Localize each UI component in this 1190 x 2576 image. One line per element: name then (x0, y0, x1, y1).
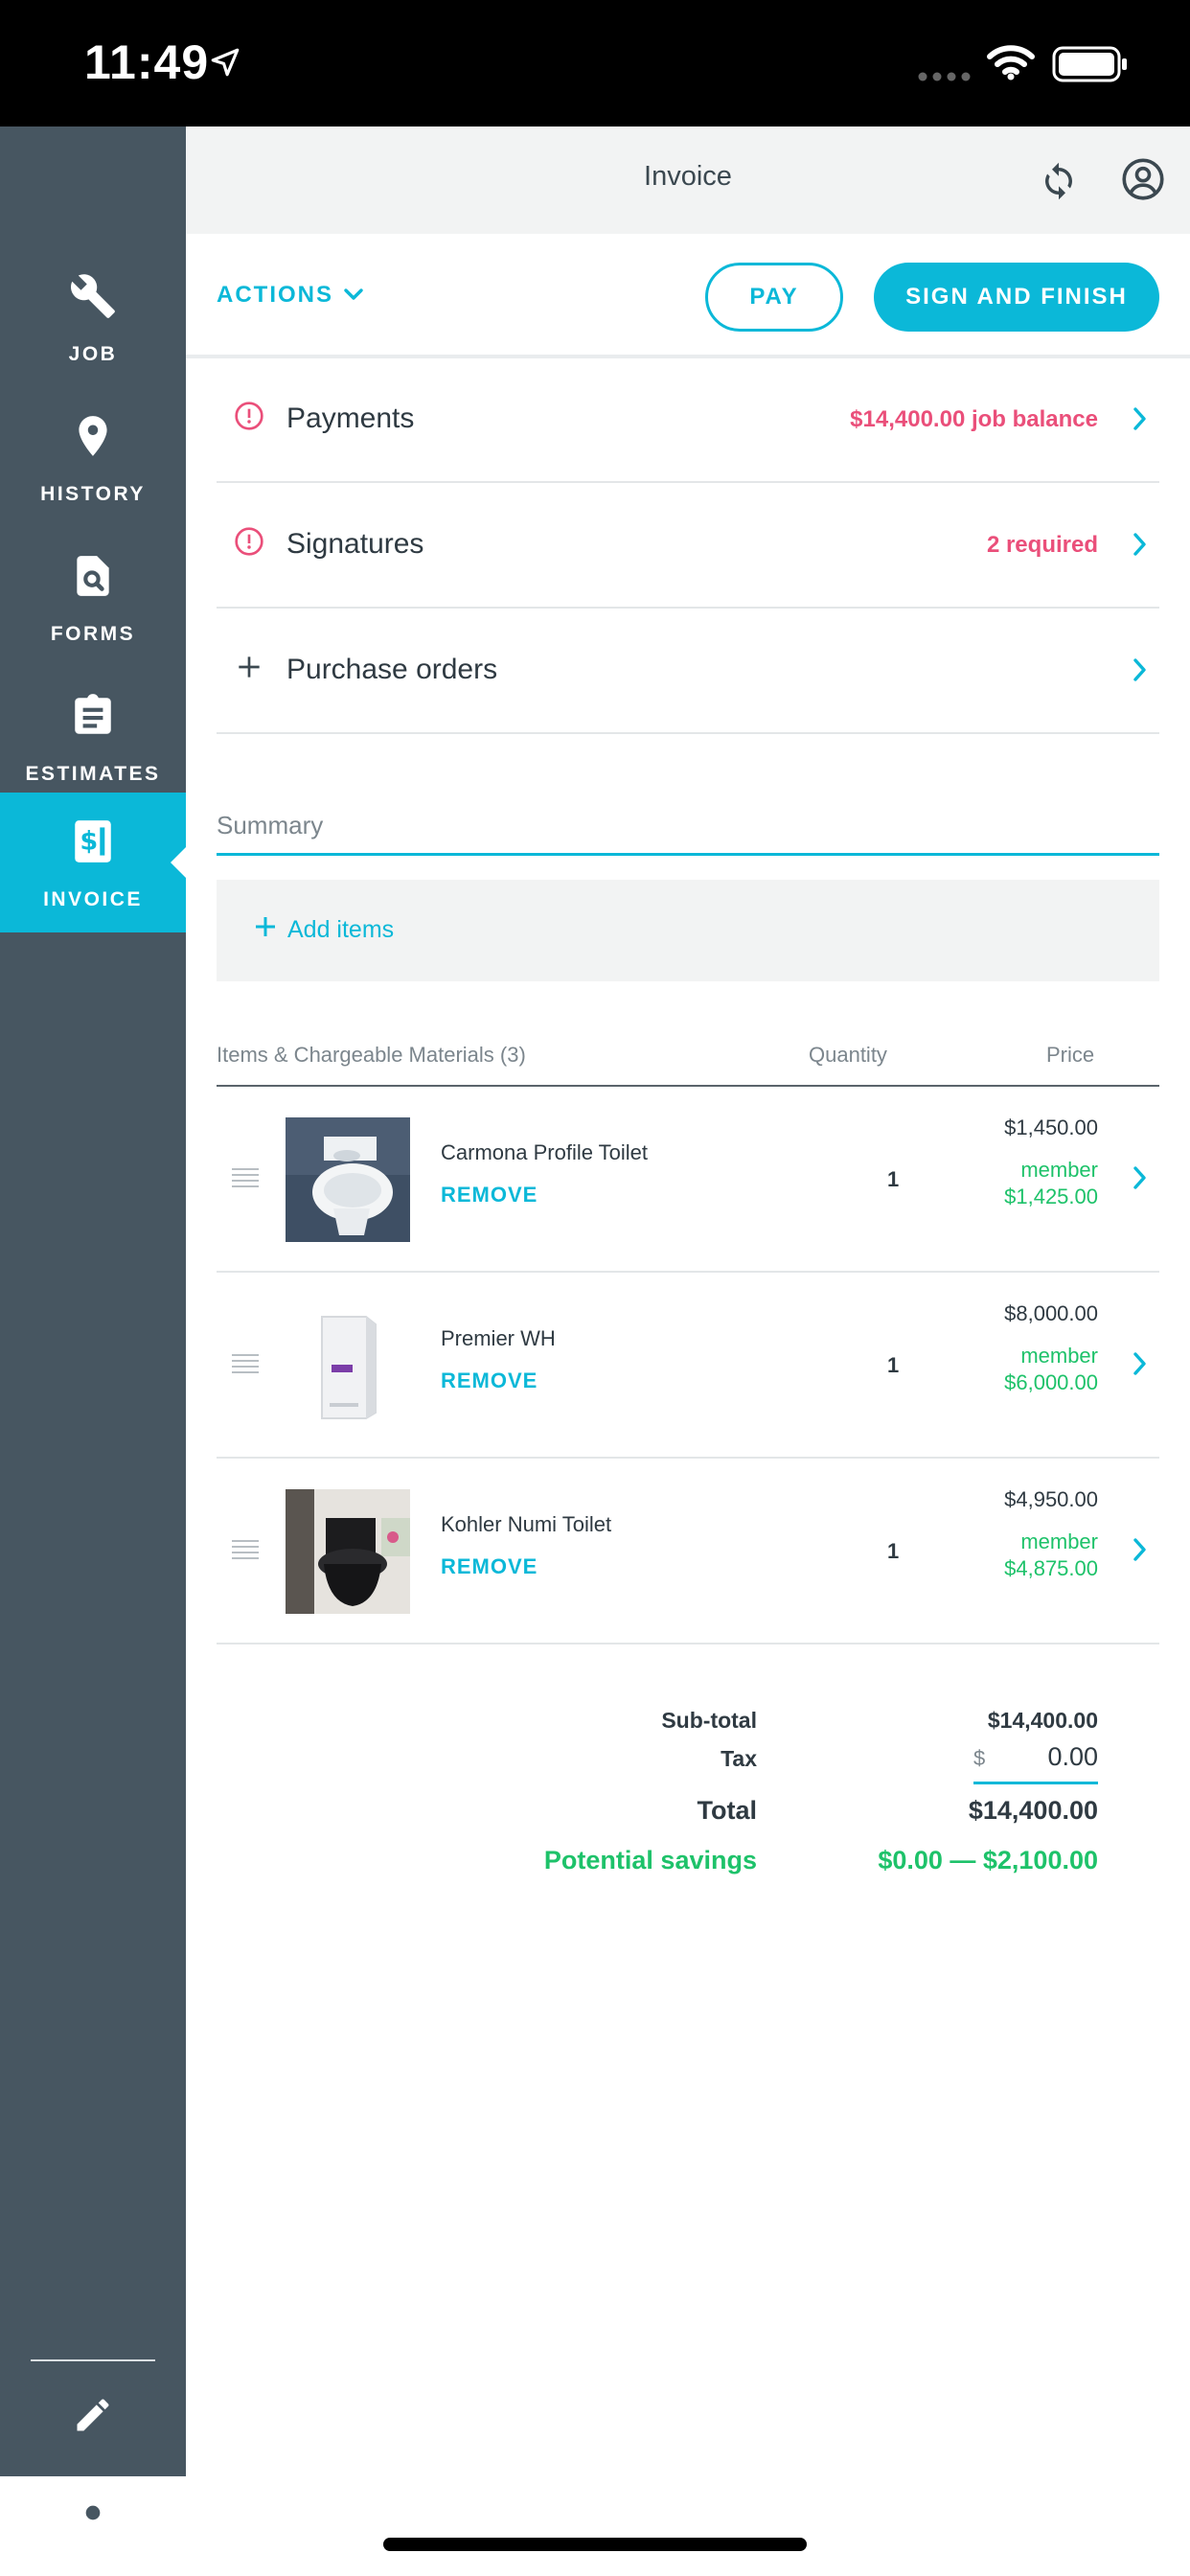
purchase-orders-row[interactable]: Purchase orders (217, 610, 1159, 734)
section-name: Purchase orders (286, 654, 498, 685)
sidebar-item-label: FORMS (50, 623, 136, 645)
section-name: Signatures (286, 528, 424, 560)
member-price: $4,875.00 (1004, 1556, 1098, 1580)
product-image (286, 1303, 410, 1428)
pencil-icon[interactable] (0, 2394, 186, 2436)
subtotal-value: $14,400.00 (987, 1708, 1098, 1733)
camera-icon[interactable] (0, 2492, 186, 2534)
sidebar-item-label: ESTIMATES (25, 763, 161, 785)
signatures-row[interactable]: Signatures 2 required (217, 484, 1159, 609)
wrench-icon (0, 272, 186, 320)
total-label: Total (697, 1796, 758, 1825)
drag-handle-icon[interactable] (230, 1537, 261, 1567)
remove-button[interactable]: REMOVE (441, 1554, 538, 1579)
item-price: $4,950.00 (1004, 1487, 1098, 1511)
sidebar-item-forms[interactable]: FORMS (0, 527, 186, 667)
wifi-icon (987, 44, 1035, 85)
chevron-right-icon (1133, 1351, 1148, 1381)
savings-value: $0.00 — $2,100.00 (878, 1846, 1098, 1874)
sidebar-item-label: JOB (68, 343, 118, 365)
chevron-right-icon (1133, 406, 1148, 436)
clipboard-icon (0, 692, 186, 740)
drag-handle-icon[interactable] (230, 1351, 261, 1381)
item-quantity: 1 (887, 1353, 900, 1377)
line-item[interactable]: Premier WH REMOVE 1 $8,000.00 member $6,… (217, 1273, 1159, 1459)
alert-circle-icon (234, 526, 264, 562)
product-image (286, 1117, 410, 1242)
line-item[interactable]: Kohler Numi Toilet REMOVE 1 $4,950.00 me… (217, 1459, 1159, 1644)
item-quantity: 1 (887, 1539, 900, 1563)
section-status: 2 required (986, 532, 1098, 558)
status-time: 11:49 (84, 35, 210, 89)
pay-button[interactable]: PAY (705, 263, 843, 332)
product-image (286, 1489, 410, 1614)
home-indicator (383, 2538, 807, 2551)
sidebar-item-label: INVOICE (43, 888, 143, 910)
sidebar-item-history[interactable]: HISTORY (0, 387, 186, 527)
drag-handle-icon[interactable] (230, 1165, 261, 1195)
item-price: $1,450.00 (1004, 1116, 1098, 1139)
add-items-label: Add items (287, 916, 395, 943)
items-table-header: Items & Chargeable Materials (3) Quantit… (217, 1025, 1159, 1087)
member-price: $1,425.00 (1004, 1184, 1098, 1208)
svg-text:$: $ (80, 826, 98, 856)
total-value: $14,400.00 (968, 1796, 1098, 1825)
map-pin-icon (0, 412, 186, 460)
chevron-right-icon (1133, 1165, 1148, 1195)
tax-input[interactable]: $ 0.00 (973, 1735, 1098, 1784)
sidebar-item-estimates[interactable]: ESTIMATES (0, 667, 186, 807)
remove-button[interactable]: REMOVE (441, 1183, 538, 1208)
summary-heading: Summary (217, 811, 324, 840)
sidebar-item-job[interactable]: JOB (0, 247, 186, 387)
cellular-signal-icon (918, 69, 973, 86)
member-label: member (1020, 1158, 1098, 1182)
payments-row[interactable]: Payments $14,400.00 job balance (217, 358, 1159, 483)
document-search-icon (0, 552, 186, 600)
member-label: member (1020, 1530, 1098, 1553)
sidebar-item-invoice[interactable]: $ INVOICE (0, 793, 186, 932)
sign-and-finish-button[interactable]: SIGN AND FINISH (874, 263, 1159, 332)
sidebar-item-label: HISTORY (40, 483, 146, 505)
battery-icon (1052, 46, 1129, 87)
sidebar-divider (31, 2359, 155, 2361)
subtotal-label: Sub-total (661, 1708, 757, 1733)
tax-label: Tax (721, 1746, 757, 1771)
actions-dropdown[interactable]: ACTIONS (217, 282, 364, 309)
remove-button[interactable]: REMOVE (441, 1368, 538, 1393)
sync-icon[interactable] (1039, 161, 1079, 206)
line-item[interactable]: Carmona Profile Toilet REMOVE 1 $1,450.0… (217, 1087, 1159, 1273)
item-quantity: 1 (887, 1167, 900, 1191)
tax-currency: $ (973, 1746, 986, 1770)
actions-label: ACTIONS (217, 282, 333, 308)
column-price: Price (1046, 1043, 1095, 1067)
summary-divider (217, 853, 1159, 856)
member-price: $6,000.00 (1004, 1370, 1098, 1394)
account-icon[interactable] (1121, 157, 1165, 206)
sidebar: JOB HISTORY FORMS ESTIMATES $ INVOICE (0, 126, 186, 2527)
chevron-down-icon (343, 282, 364, 309)
plus-icon (234, 652, 264, 687)
section-status: $14,400.00 job balance (850, 406, 1098, 432)
item-name: Premier WH (441, 1326, 556, 1350)
chevron-right-icon (1133, 657, 1148, 687)
add-items-button[interactable]: Add items (217, 880, 1159, 981)
column-quantity: Quantity (809, 1043, 887, 1067)
chevron-right-icon (1133, 1537, 1148, 1567)
action-bar: ACTIONS PAY SIGN AND FINISH (186, 234, 1190, 358)
item-name: Carmona Profile Toilet (441, 1140, 649, 1164)
alert-circle-icon (234, 401, 264, 436)
top-header: Invoice (186, 126, 1190, 234)
chevron-right-icon (1133, 532, 1148, 562)
section-name: Payments (286, 402, 415, 434)
column-items: Items & Chargeable Materials (3) (217, 1043, 526, 1067)
savings-label: Potential savings (543, 1846, 757, 1874)
member-label: member (1020, 1344, 1098, 1368)
status-bar: 11:49 (0, 0, 1190, 126)
plus-icon (251, 912, 280, 946)
item-price: $8,000.00 (1004, 1301, 1098, 1325)
location-arrow-icon (209, 46, 241, 83)
tax-value: 0.00 (1047, 1742, 1098, 1771)
item-name: Kohler Numi Toilet (441, 1512, 612, 1536)
invoice-dollar-icon: $ (0, 817, 186, 865)
